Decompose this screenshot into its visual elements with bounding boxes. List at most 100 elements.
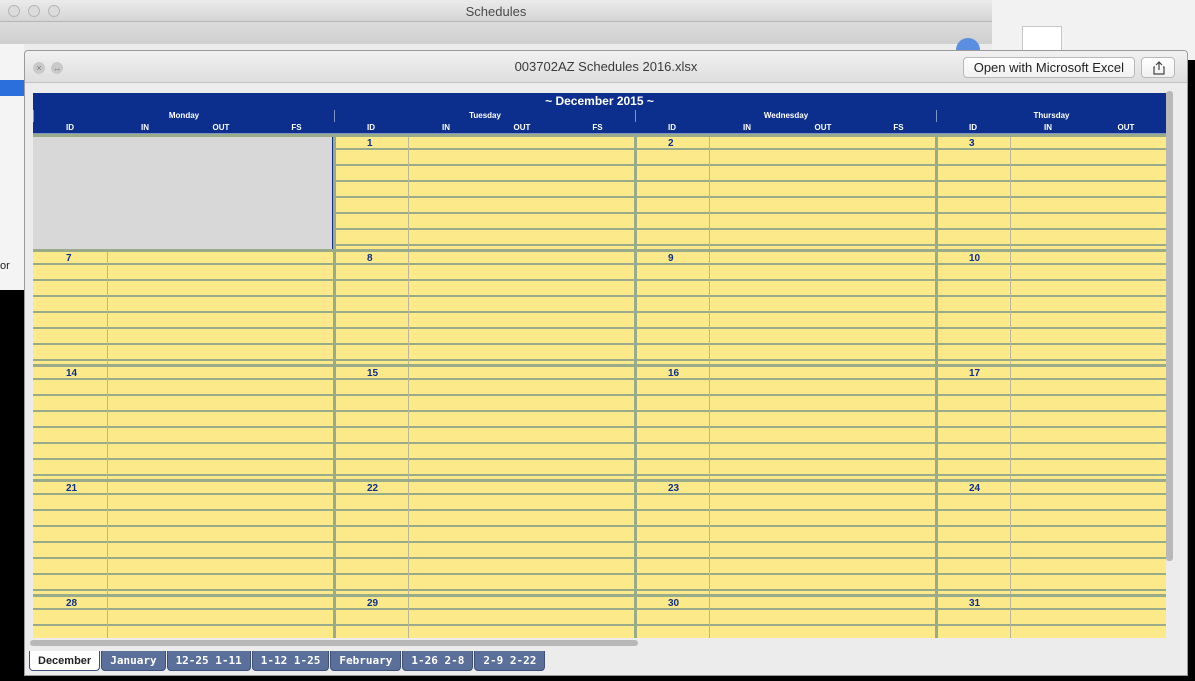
column-header-in: IN	[1044, 123, 1052, 132]
background-toolbar	[0, 22, 992, 44]
column-header-row: ID IN OUT FS ID IN OUT FS ID IN OUT FS ID IN OUT	[33, 122, 1166, 134]
day-cell[interactable]	[635, 249, 936, 364]
weeks-grid: 1 2 3 7 8 9 10 14 15 16 17 21 22 23 24 28 29 30 31	[33, 134, 1166, 638]
day-cell[interactable]	[635, 364, 936, 479]
day-divider	[634, 364, 637, 479]
day-cell[interactable]	[936, 364, 1166, 479]
week-row: 1 2 3	[33, 134, 1166, 249]
day-cell[interactable]	[635, 479, 936, 594]
day-divider	[333, 249, 336, 364]
share-button[interactable]	[1141, 57, 1175, 78]
cell-rows	[334, 134, 635, 249]
spreadsheet: ~ December 2015 ~ Monday Tuesday Wednesday…	[33, 93, 1166, 638]
horizontal-scrollbar[interactable]	[30, 640, 638, 646]
share-icon	[1153, 61, 1165, 75]
day-cell[interactable]	[33, 479, 334, 594]
background-sidebar	[0, 44, 24, 290]
cell-rows	[334, 364, 635, 479]
day-divider	[634, 249, 637, 364]
column-header-id: ID	[969, 123, 977, 132]
day-number: 31	[969, 598, 981, 609]
week-row: 21 22 23 24	[33, 479, 1166, 594]
quicklook-titlebar: × ↔ 003702AZ Schedules 2016.xlsx Open wi…	[25, 51, 1187, 83]
day-cell[interactable]	[936, 134, 1166, 249]
day-number: 7	[66, 253, 72, 264]
cell-rows	[635, 364, 936, 479]
sheet-tab-2-9-2-22[interactable]: 2-9 2-22	[474, 651, 546, 671]
sheet-tab-1-26-2-8[interactable]: 1-26 2-8	[402, 651, 474, 671]
quicklook-window: × ↔ 003702AZ Schedules 2016.xlsx Open wi…	[24, 50, 1188, 676]
sheet-tab-december[interactable]: December	[29, 651, 101, 671]
cell-rows	[334, 479, 635, 594]
id-column-divider	[408, 479, 409, 594]
day-cell[interactable]	[936, 249, 1166, 364]
day-number: 28	[66, 598, 78, 609]
day-cell[interactable]	[33, 364, 334, 479]
cell-rows	[635, 134, 936, 249]
week-row: 14 15 16 17	[33, 364, 1166, 479]
cell-rows	[334, 594, 635, 638]
column-header-out: OUT	[814, 123, 832, 132]
day-cell[interactable]	[334, 594, 635, 638]
day-cell[interactable]	[334, 134, 635, 249]
sheet-tab-12-25-1-11[interactable]: 12-25 1-11	[166, 651, 251, 671]
day-divider	[333, 364, 336, 479]
day-cell[interactable]	[635, 594, 936, 638]
day-cell[interactable]	[33, 249, 334, 364]
id-column-divider	[709, 594, 710, 638]
day-cell[interactable]	[635, 134, 936, 249]
day-divider	[935, 479, 938, 594]
day-divider	[935, 594, 938, 638]
day-number: 21	[66, 483, 78, 494]
id-column-divider	[408, 364, 409, 479]
column-header-fs: FS	[893, 123, 904, 132]
id-column-divider	[107, 249, 108, 364]
id-column-divider	[408, 249, 409, 364]
id-column-divider	[709, 364, 710, 479]
cell-rows	[936, 364, 1166, 479]
column-header-in: IN	[141, 123, 149, 132]
day-number: 9	[668, 253, 674, 264]
cell-rows	[635, 249, 936, 364]
cell-rows	[936, 134, 1166, 249]
column-header-fs: FS	[291, 123, 302, 132]
day-number: 1	[367, 138, 373, 149]
sidebar-selection[interactable]	[0, 80, 24, 96]
day-cell[interactable]	[334, 479, 635, 594]
cell-rows	[936, 479, 1166, 594]
id-column-divider	[107, 594, 108, 638]
background-window-title: Schedules	[465, 4, 527, 19]
month-title: ~ December 2015 ~	[33, 93, 1166, 110]
open-with-excel-button[interactable]: Open with Microsoft Excel	[962, 57, 1135, 78]
cell-rows	[334, 249, 635, 364]
id-column-divider	[709, 134, 710, 249]
week-row: 7 8 9 10	[33, 249, 1166, 364]
column-header-id: ID	[668, 123, 676, 132]
id-column-divider	[709, 249, 710, 364]
day-header-row: Monday Tuesday Wednesday Thursday	[33, 110, 1166, 122]
week-divider	[33, 479, 1166, 482]
sheet-tab-february[interactable]: February	[330, 651, 402, 671]
day-header-wednesday: Wednesday	[635, 110, 936, 122]
week-divider	[33, 249, 1166, 252]
day-number: 29	[367, 598, 379, 609]
day-number: 30	[668, 598, 680, 609]
column-header-in: IN	[442, 123, 450, 132]
day-cell[interactable]	[334, 364, 635, 479]
day-divider	[634, 479, 637, 594]
column-header-fs: FS	[592, 123, 603, 132]
sheet-tab-1-12-1-25[interactable]: 1-12 1-25	[251, 651, 330, 671]
id-column-divider	[1010, 134, 1011, 249]
cell-rows	[33, 364, 334, 479]
day-divider	[333, 134, 336, 249]
sheet-tab-january[interactable]: January	[101, 651, 166, 671]
day-cell[interactable]	[936, 479, 1166, 594]
day-header-monday: Monday	[33, 110, 334, 122]
day-cell[interactable]	[33, 594, 334, 638]
column-header-out: OUT	[212, 123, 230, 132]
day-cell[interactable]	[334, 249, 635, 364]
cell-rows	[936, 249, 1166, 364]
vertical-scrollbar[interactable]	[1166, 91, 1173, 561]
cell-rows	[635, 479, 936, 594]
week-row: 28 29 30 31	[33, 594, 1166, 638]
